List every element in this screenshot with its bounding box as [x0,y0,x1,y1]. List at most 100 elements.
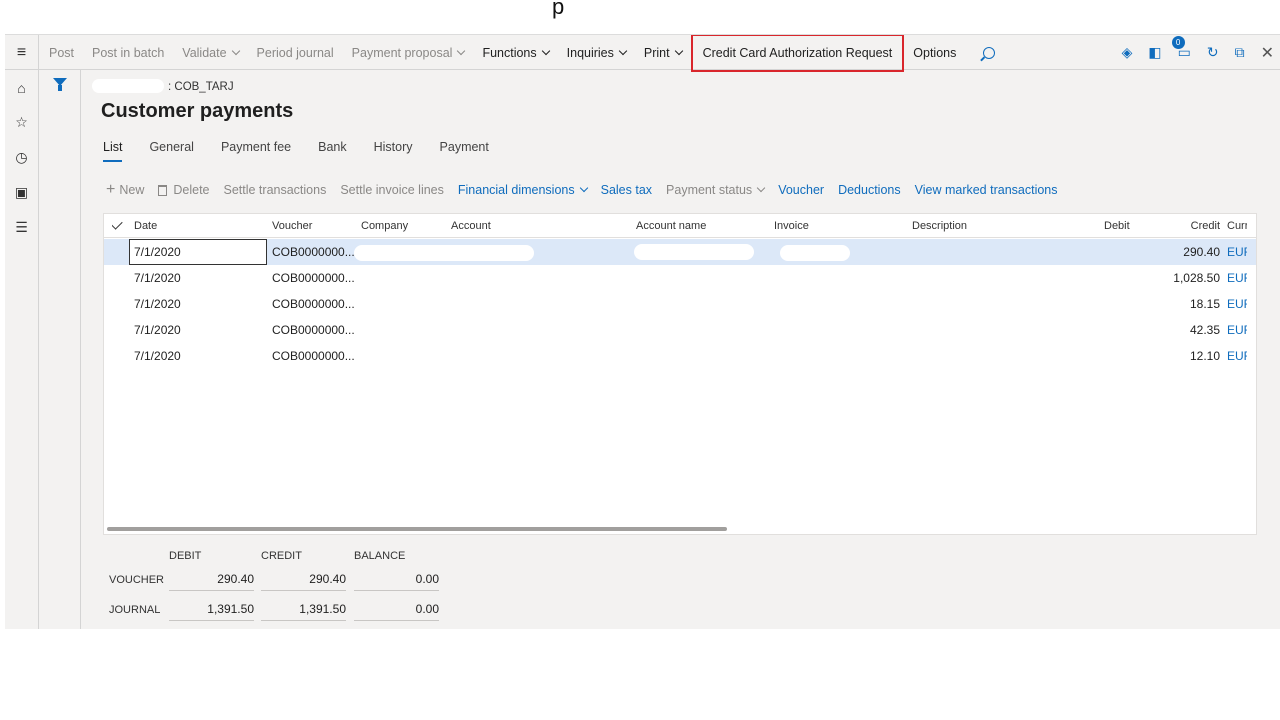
redaction [634,244,754,260]
breadcrumb: : COB_TARJ [168,81,234,93]
open-new-window-icon[interactable]: ⧉ [1235,44,1245,61]
debit-header: DEBIT [169,550,202,562]
modules-list-icon[interactable]: ☰ [5,210,38,245]
voucher-cell[interactable]: COB0000000... [272,239,356,265]
voucher-debit-value: 290.40 [169,572,254,591]
notification-icon[interactable]: ▭ 0 [1171,36,1191,61]
credit-cell[interactable]: 12.10 [1164,343,1220,369]
column-header[interactable]: Credit [1174,214,1220,237]
diamond-icon[interactable]: ◈ [1122,44,1133,61]
credit-cell[interactable]: 1,028.50 [1164,265,1220,291]
table-row[interactable]: 7/1/2020 COB0000000... 1,028.50 EUR [104,265,1256,291]
column-header[interactable]: Account [451,214,531,237]
new-button[interactable]: + New [106,182,144,198]
tab-list[interactable]: List [103,140,123,162]
chevron-down-icon [756,183,766,193]
settle-invoice-lines-button[interactable]: Settle invoice lines [340,183,444,197]
voucher-cell[interactable]: COB0000000... [272,343,356,369]
select-all-check-icon[interactable] [112,214,128,237]
column-header[interactable]: Account name [636,214,736,237]
redaction [354,245,534,261]
favorites-star-icon[interactable]: ☆ [5,105,38,140]
table-row[interactable]: 7/1/2020 COB0000000... 12.10 EUR [104,343,1256,369]
chevron-down-icon [674,46,683,55]
functions-menu[interactable]: Functions [473,46,557,60]
options-tab[interactable]: Options [904,46,965,60]
totals-panel: DEBIT CREDIT BALANCE VOUCHER 290.40 290.… [103,550,443,629]
tab-general[interactable]: General [149,140,193,162]
table-row[interactable]: 7/1/2020 COB0000000... 290.40 EUR [104,239,1256,265]
horizontal-scrollbar[interactable] [107,527,727,531]
top-caption-fragment: p [552,0,565,19]
voucher-cell[interactable]: COB0000000... [272,317,356,343]
redaction [92,79,164,93]
filter-funnel-icon[interactable] [52,78,67,91]
refresh-icon[interactable]: ↻ [1207,44,1219,61]
d365-window: ≡ Post Post in batch Validate Period jou… [5,34,1280,629]
grid-toolbar: + New Delete Settle transactions Settle i… [106,182,1072,198]
view-marked-transactions-button[interactable]: View marked transactions [915,183,1058,197]
column-header[interactable]: Description [912,214,1012,237]
home-icon[interactable]: ⌂ [5,70,38,105]
column-header[interactable]: Voucher [272,214,352,237]
credit-cell[interactable]: 42.35 [1164,317,1220,343]
period-journal-button[interactable]: Period journal [248,46,343,60]
page-title: Customer payments [101,100,294,122]
table-row[interactable]: 7/1/2020 COB0000000... 18.15 EUR [104,291,1256,317]
chevron-down-icon [579,183,588,193]
close-icon[interactable]: ✕ [1261,43,1274,63]
column-header[interactable]: Debit [1104,214,1144,237]
search-icon[interactable] [983,46,996,59]
payment-proposal-menu[interactable]: Payment proposal [343,46,474,60]
column-header[interactable]: Date [134,214,254,237]
office-icon[interactable]: ◧ [1148,44,1161,61]
tab-history[interactable]: History [374,140,413,162]
tab-payment[interactable]: Payment [440,140,489,162]
chevron-down-icon [618,46,628,55]
currency-cell[interactable]: EUR [1227,239,1247,265]
journal-total-label: JOURNAL [109,604,161,616]
tab-payment-fee[interactable]: Payment fee [221,140,291,162]
post-in-batch-button[interactable]: Post in batch [83,46,173,60]
action-pane: ≡ Post Post in batch Validate Period jou… [5,35,1280,72]
currency-cell[interactable]: EUR [1227,291,1247,317]
date-cell[interactable]: 7/1/2020 [129,239,267,265]
column-header[interactable]: Invoice [774,214,854,237]
deductions-button[interactable]: Deductions [838,183,901,197]
filter-pane [39,70,81,629]
recent-clock-icon[interactable]: ◷ [5,140,38,175]
redaction [780,245,850,261]
date-cell[interactable]: 7/1/2020 [134,343,254,369]
print-menu[interactable]: Print [635,46,691,60]
voucher-total-label: VOUCHER [109,574,165,586]
currency-cell[interactable]: EUR [1227,343,1247,369]
journal-debit-value: 1,391.50 [169,602,254,621]
credit-header: CREDIT [261,550,302,562]
credit-card-authorization-request-button[interactable]: Credit Card Authorization Request [690,35,905,72]
voucher-button[interactable]: Voucher [778,183,824,197]
date-cell[interactable]: 7/1/2020 [134,265,254,291]
credit-cell[interactable]: 18.15 [1164,291,1220,317]
voucher-cell[interactable]: COB0000000... [272,291,356,317]
settle-transactions-button[interactable]: Settle transactions [224,183,327,197]
post-button[interactable]: Post [40,46,83,60]
column-header[interactable]: Curr [1227,214,1247,237]
workspaces-icon[interactable]: ▣ [5,175,38,210]
delete-button[interactable]: Delete [158,183,210,197]
date-cell[interactable]: 7/1/2020 [134,291,254,317]
currency-cell[interactable]: EUR [1227,317,1247,343]
grid-header: Date Voucher Company Account Account nam… [104,214,1256,238]
hamburger-menu-icon[interactable]: ≡ [5,35,39,70]
credit-cell[interactable]: 290.40 [1164,239,1220,265]
voucher-cell[interactable]: COB0000000... [272,265,356,291]
date-cell[interactable]: 7/1/2020 [134,317,254,343]
tab-bank[interactable]: Bank [318,140,347,162]
sales-tax-button[interactable]: Sales tax [601,183,652,197]
currency-cell[interactable]: EUR [1227,265,1247,291]
payment-status-menu[interactable]: Payment status [666,183,766,197]
inquiries-menu[interactable]: Inquiries [558,46,635,60]
validate-menu[interactable]: Validate [173,46,247,60]
table-row[interactable]: 7/1/2020 COB0000000... 42.35 EUR [104,317,1256,343]
financial-dimensions-menu[interactable]: Financial dimensions [458,183,588,197]
column-header[interactable]: Company [361,214,441,237]
